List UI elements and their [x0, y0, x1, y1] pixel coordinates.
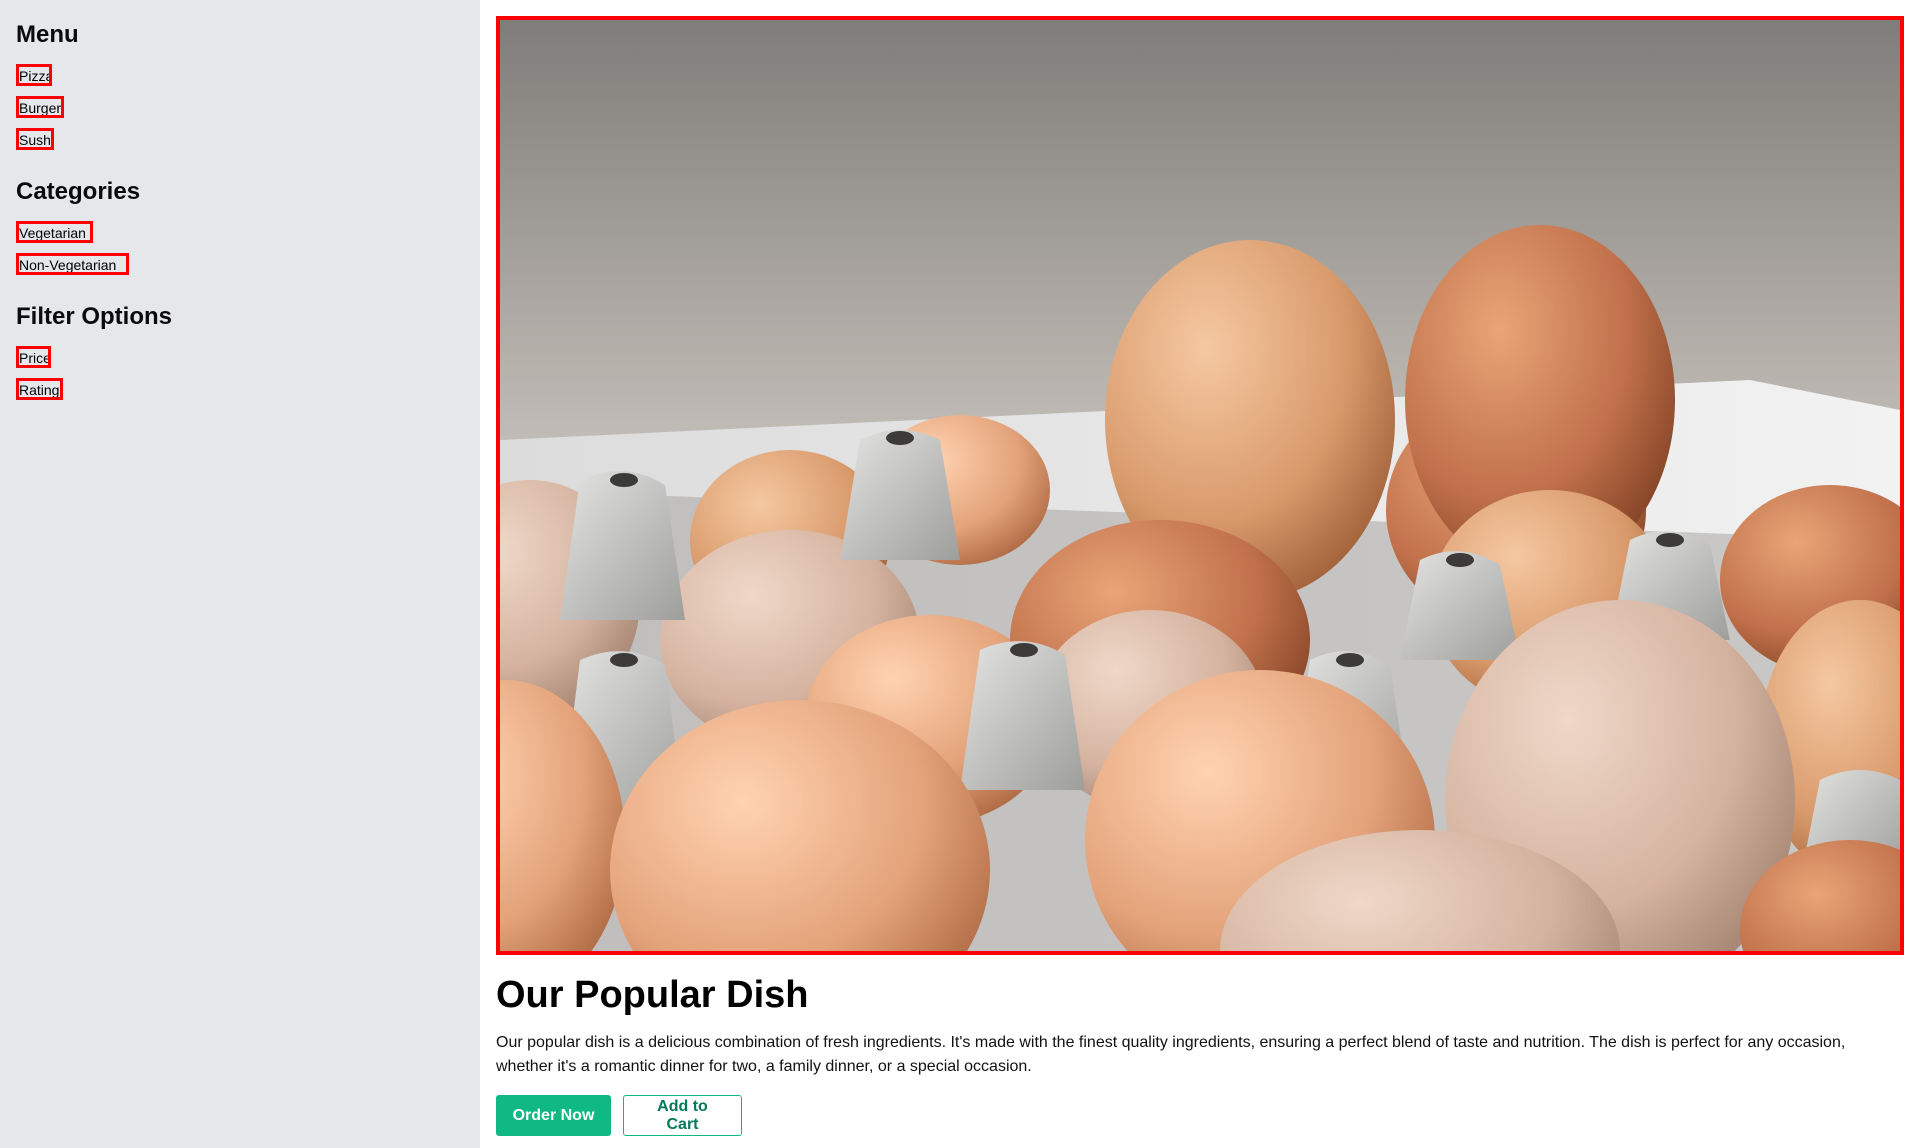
section-title-filter-options: Filter Options	[16, 303, 172, 330]
app-root: Menu Pizza Burger Sushi Categories Veget…	[0, 0, 1920, 1148]
categories-list-item: Non-Vegetarian	[16, 253, 464, 276]
categories-list-item: Vegetarian	[16, 221, 464, 244]
dish-actions: Order Now Add to Cart	[496, 1095, 1904, 1136]
dish-title: Our Popular Dish	[496, 974, 809, 1016]
menu-list-item: Sushi	[16, 128, 464, 151]
menu-link-pizza[interactable]: Pizza	[16, 64, 52, 86]
menu-list-item: Pizza	[16, 64, 464, 87]
menu-list: Pizza Burger Sushi	[16, 64, 464, 151]
sidebar-section-categories: Categories Vegetarian Non-Vegetarian	[16, 177, 464, 276]
dish-description: Our popular dish is a delicious combinat…	[496, 1034, 1846, 1075]
filter-link-price[interactable]: Price	[16, 346, 51, 368]
hero-image	[496, 16, 1904, 955]
filter-options-list-item: Rating	[16, 378, 464, 401]
eggs-photo-illustration	[500, 20, 1900, 951]
filter-options-list: Price Rating	[16, 346, 464, 401]
menu-link-burger[interactable]: Burger	[16, 96, 64, 118]
filter-link-rating[interactable]: Rating	[16, 378, 63, 400]
add-to-cart-button[interactable]: Add to Cart	[623, 1095, 742, 1136]
sidebar: Menu Pizza Burger Sushi Categories Veget…	[0, 0, 480, 1148]
order-now-button[interactable]: Order Now	[496, 1095, 611, 1136]
sidebar-section-menu: Menu Pizza Burger Sushi	[16, 20, 464, 151]
sidebar-section-filter-options: Filter Options Price Rating	[16, 302, 464, 401]
menu-list-item: Burger	[16, 96, 464, 119]
category-link-vegetarian[interactable]: Vegetarian	[16, 221, 93, 243]
menu-link-sushi[interactable]: Sushi	[16, 128, 54, 150]
main-content: Our Popular Dish Our popular dish is a d…	[496, 16, 1904, 1136]
section-title-categories: Categories	[16, 178, 141, 205]
category-link-non-vegetarian[interactable]: Non-Vegetarian	[16, 253, 129, 275]
filter-options-list-item: Price	[16, 346, 464, 369]
categories-list: Vegetarian Non-Vegetarian	[16, 221, 464, 276]
section-title-menu: Menu	[16, 21, 79, 48]
